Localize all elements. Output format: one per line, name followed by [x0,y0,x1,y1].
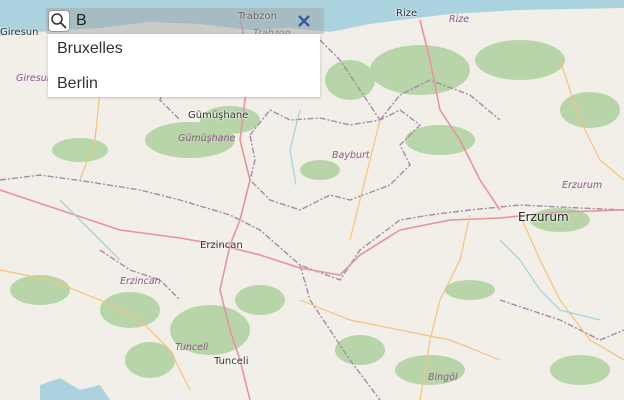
clear-icon[interactable] [294,11,314,31]
province-label-bayburt: Bayburt [332,150,370,161]
map-search-box [46,8,324,34]
search-result-item[interactable]: Berlin [57,75,98,93]
province-label-rize: Rize [449,14,470,25]
search-result-item[interactable]: Bruxelles [57,40,123,58]
city-label-tunceli: Tunceli [214,356,249,367]
city-label-rize: Rize [396,8,418,19]
province-label-gumushane: Gümüşhane [178,133,236,144]
province-label-tunceli: Tunceli [175,342,209,353]
search-icon[interactable] [48,10,70,32]
city-label-erzurum: Erzurum [518,210,569,224]
city-label-erzincan: Erzincan [200,240,243,251]
province-label-erzincan: Erzincan [120,276,161,287]
search-results-dropdown: Bruxelles Berlin [48,34,320,97]
province-label-erzurum: Erzurum [562,180,603,191]
search-input[interactable] [76,8,286,34]
province-label-bingol: Bingöl [428,372,458,383]
city-label-gumushane: Gümüşhane [188,110,249,121]
city-label-giresun: Giresun [0,27,39,38]
